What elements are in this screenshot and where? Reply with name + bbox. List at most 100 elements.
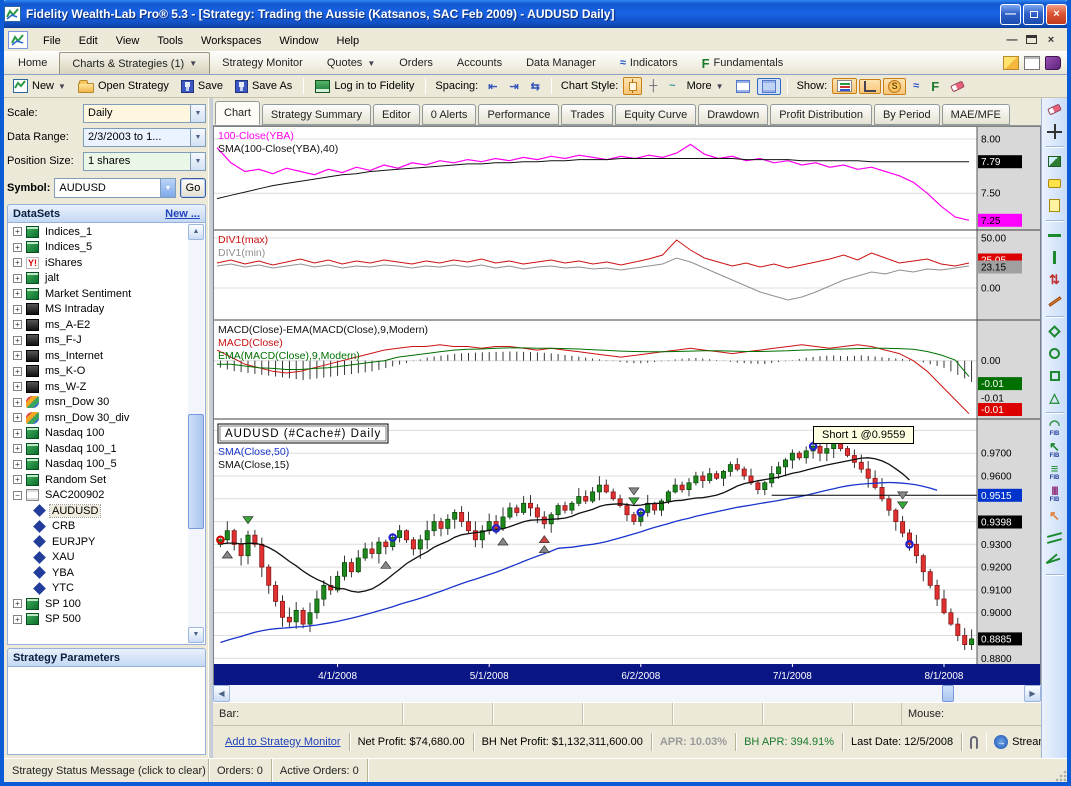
- show-wave-button[interactable]: ≈: [908, 78, 924, 94]
- circle-icon[interactable]: [1045, 344, 1065, 363]
- chart-tab-equity-curve[interactable]: Equity Curve: [615, 104, 696, 125]
- mdi-restore-icon[interactable]: [1026, 35, 1037, 44]
- nav-tab-quotes[interactable]: Quotes▼: [315, 52, 387, 74]
- save-as-button[interactable]: Save As: [230, 78, 297, 95]
- nav-tab-indicators[interactable]: ≈Indicators: [608, 52, 690, 74]
- mdi-close-icon[interactable]: ×: [1043, 34, 1059, 46]
- expand-icon[interactable]: +: [13, 475, 22, 484]
- chart-tab-profit-distribution[interactable]: Profit Distribution: [770, 104, 872, 125]
- nav-tab-orders[interactable]: Orders: [387, 52, 445, 74]
- menu-file[interactable]: File: [34, 32, 70, 50]
- chart-hscrollbar[interactable]: ◀ ▶: [213, 685, 1041, 702]
- nav-tab-strategy-monitor[interactable]: Strategy Monitor: [210, 52, 315, 74]
- tree-item-ms-internet[interactable]: +ms_Internet: [9, 348, 188, 364]
- scroll-left-icon[interactable]: ◀: [213, 685, 230, 702]
- tree-item-sp-100[interactable]: +SP 100: [9, 596, 188, 612]
- tree-symbol-crb[interactable]: CRB: [9, 519, 188, 535]
- chart-tab-performance[interactable]: Performance: [478, 104, 559, 125]
- crosshair-icon[interactable]: [1045, 122, 1065, 141]
- menu-view[interactable]: View: [107, 32, 149, 50]
- chevron-down-icon[interactable]: ▼: [190, 153, 205, 170]
- trend-updown-icon[interactable]: ⇅: [1045, 270, 1065, 289]
- nav-tab-fundamentals[interactable]: FFundamentals: [690, 52, 796, 74]
- tree-item-ishares[interactable]: +Y!iShares: [9, 255, 188, 271]
- collapse-icon[interactable]: −: [13, 491, 22, 500]
- spacing-auto-button[interactable]: ⇆: [526, 78, 545, 95]
- show-trades-button[interactable]: S: [883, 78, 906, 95]
- fib-arcs-icon[interactable]: ◠FIB: [1045, 418, 1065, 437]
- expand-icon[interactable]: +: [13, 289, 22, 298]
- close-button[interactable]: ×: [1046, 4, 1067, 25]
- help-book-icon[interactable]: [1045, 56, 1061, 70]
- tree-item-indices-5[interactable]: +Indices_5: [9, 240, 188, 256]
- tree-item-msn-dow-30[interactable]: +msn_Dow 30: [9, 395, 188, 411]
- fib-timezones-icon[interactable]: ||||FIB: [1045, 484, 1065, 503]
- tree-item-nasdaq-100-5[interactable]: +Nasdaq 100_5: [9, 457, 188, 473]
- regression-channel-icon[interactable]: [1045, 528, 1065, 547]
- new-button[interactable]: New▼: [8, 77, 71, 95]
- expand-icon[interactable]: +: [13, 336, 22, 345]
- fan-lines-icon[interactable]: [1045, 550, 1065, 569]
- nav-tab-accounts[interactable]: Accounts: [445, 52, 514, 74]
- callout-icon[interactable]: [1045, 174, 1065, 193]
- save-button[interactable]: Save: [176, 78, 228, 95]
- tree-item-nasdaq-100-1[interactable]: +Nasdaq 100_1: [9, 441, 188, 457]
- expand-icon[interactable]: +: [13, 460, 22, 469]
- task-list-icon[interactable]: [1024, 56, 1040, 70]
- expand-icon[interactable]: +: [13, 320, 22, 329]
- chart-tab-drawdown[interactable]: Drawdown: [698, 104, 768, 125]
- paperclip-icon[interactable]: [970, 736, 978, 749]
- chart-tab-strategy-summary[interactable]: Strategy Summary: [262, 104, 371, 125]
- expand-icon[interactable]: +: [13, 382, 22, 391]
- arrange-windows-icon[interactable]: [1003, 56, 1019, 70]
- expand-icon[interactable]: +: [13, 258, 22, 267]
- chart-tab-trades[interactable]: Trades: [561, 104, 613, 125]
- chart-tab-mae-mfe[interactable]: MAE/MFE: [942, 104, 1010, 125]
- tree-item-ms-k-o[interactable]: +ms_K-O: [9, 364, 188, 380]
- chart-tab-by-period[interactable]: By Period: [874, 104, 940, 125]
- fib-retracement-icon[interactable]: ↖FIB: [1045, 440, 1065, 459]
- nav-tab-data-manager[interactable]: Data Manager: [514, 52, 608, 74]
- minimize-button[interactable]: —: [1000, 4, 1021, 25]
- chart-canvas[interactable]: 100-Close(YBA)SMA(100-Close(YBA),40)8.00…: [213, 125, 1041, 685]
- tree-item-market-sentiment[interactable]: +Market Sentiment: [9, 286, 188, 302]
- expand-icon[interactable]: +: [13, 398, 22, 407]
- grid-button[interactable]: [757, 78, 781, 95]
- show-axes-button[interactable]: [859, 79, 881, 94]
- tree-item-ms-w-z[interactable]: +ms_W-Z: [9, 379, 188, 395]
- tree-item-sp-500[interactable]: +SP 500: [9, 612, 188, 628]
- eraser-icon[interactable]: [1045, 100, 1065, 119]
- erase-drawings-button[interactable]: [946, 81, 969, 92]
- spacing-wide-button[interactable]: ⇤: [483, 78, 502, 95]
- expand-icon[interactable]: +: [13, 243, 22, 252]
- scroll-down-icon[interactable]: ▼: [188, 627, 204, 643]
- expand-icon[interactable]: +: [13, 413, 22, 422]
- expand-icon[interactable]: +: [13, 444, 22, 453]
- tree-scrollbar[interactable]: ▲ ▼: [188, 224, 204, 643]
- diamond-icon[interactable]: [1045, 322, 1065, 341]
- streaming-icon[interactable]: →: [994, 735, 1008, 749]
- candlestick-style-button[interactable]: [623, 77, 642, 95]
- note-icon[interactable]: [1045, 196, 1065, 215]
- tree-item-indices-1[interactable]: +Indices_1: [9, 224, 188, 240]
- tree-item-msn-dow-30-div[interactable]: +msn_Dow 30_div: [9, 410, 188, 426]
- chevron-down-icon[interactable]: ▼: [160, 179, 175, 197]
- expand-icon[interactable]: +: [13, 227, 22, 236]
- data-range-select[interactable]: 2/3/2003 to 1...▼: [83, 128, 206, 147]
- expand-icon[interactable]: +: [13, 274, 22, 283]
- expand-icon[interactable]: +: [13, 367, 22, 376]
- symbol-input[interactable]: AUDUSD ▼: [54, 178, 176, 198]
- line-style-button[interactable]: ~: [664, 78, 679, 94]
- chevron-down-icon[interactable]: ▼: [190, 129, 205, 146]
- scroll-thumb[interactable]: [188, 414, 204, 529]
- tree-item-ms-a-e2[interactable]: +ms_A-E2: [9, 317, 188, 333]
- expand-icon[interactable]: +: [13, 305, 22, 314]
- log-scale-button[interactable]: [731, 78, 755, 95]
- triangle-icon[interactable]: △: [1045, 388, 1065, 407]
- bar-style-button[interactable]: ┼: [644, 78, 662, 94]
- show-fundamentals-button[interactable]: F: [926, 77, 944, 96]
- position-size-select[interactable]: 1 shares▼: [83, 152, 206, 171]
- tree-item-ms-intraday[interactable]: +MS Intraday: [9, 302, 188, 318]
- trend-segment-icon[interactable]: [1045, 292, 1065, 311]
- tree-symbol-ytc[interactable]: YTC: [9, 581, 188, 597]
